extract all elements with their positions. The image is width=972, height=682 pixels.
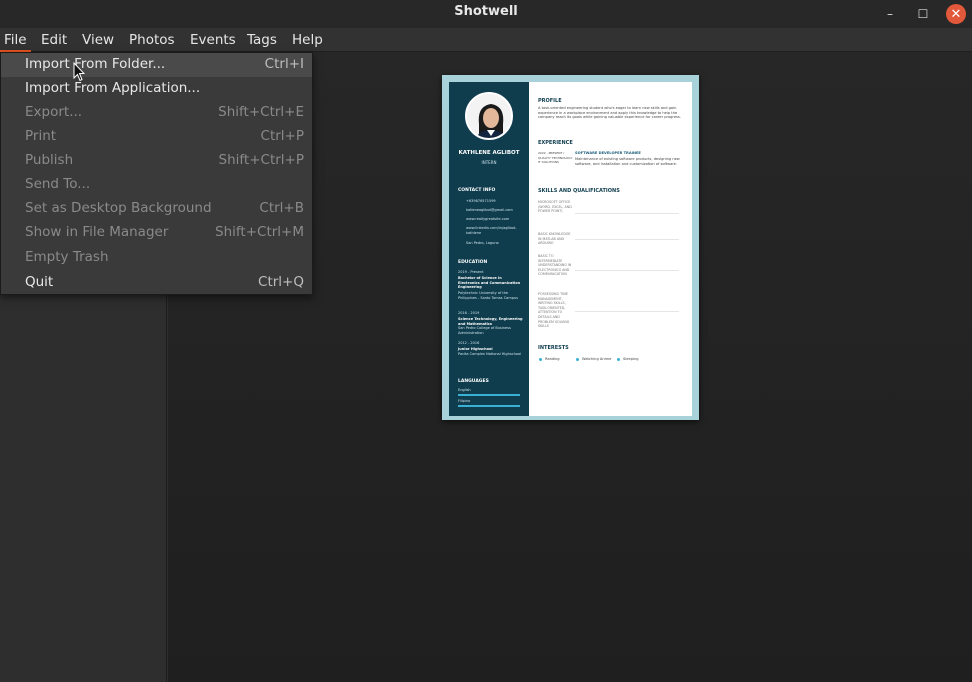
menu-send-to[interactable]: Send To...	[1, 173, 312, 197]
menu-empty-trash[interactable]: Empty Trash	[1, 246, 312, 270]
language-2: Filipino	[458, 399, 471, 403]
skill-1: MICROSOFT OFFICE (WORD, EXCEL, AND POWER…	[538, 200, 572, 214]
experience-heading: EXPERIENCE	[538, 140, 573, 146]
menu-events[interactable]: Events	[186, 28, 240, 52]
anime-icon	[576, 358, 579, 361]
menu-publish[interactable]: Publish Shift+Ctrl+P	[1, 149, 312, 173]
minimize-icon[interactable]: –	[880, 4, 900, 24]
menu-photos[interactable]: Photos	[125, 28, 179, 52]
skill-3: BASIC TO INTERMEDIATE UNDERSTANDING IN E…	[538, 254, 572, 277]
interests-heading: INTERESTS	[538, 345, 569, 351]
contact-linkedin: www.linkedin.com/in/aglibot-kathlene	[466, 226, 517, 235]
skill-bar-2	[575, 239, 679, 240]
resume-name: KATHLENE AGLIBOT	[458, 150, 520, 156]
menu-print[interactable]: Print Ctrl+P	[1, 125, 312, 149]
menu-edit[interactable]: Edit	[37, 28, 71, 52]
shotwell-window: Shotwell – ☐ ✕ File Edit View Photos Eve…	[0, 0, 972, 682]
edu-date-3: 2012 - 2016	[458, 341, 480, 345]
interest-1: Reading	[545, 357, 560, 361]
edu-date-1: 2019 - Present	[458, 270, 484, 274]
menu-set-desktop-background[interactable]: Set as Desktop Background Ctrl+B	[1, 197, 312, 221]
profile-text: A task-oriented engineering student who'…	[538, 106, 681, 120]
contact-email: katleneaglibot@gmail.com	[466, 208, 513, 212]
contact-phone: +639876571599	[466, 199, 496, 203]
skill-bar-1	[575, 213, 679, 214]
interest-2: Watching Anime	[582, 357, 612, 361]
contact-website: www.reallygreatsite.com	[466, 217, 510, 221]
menu-view[interactable]: View	[78, 28, 118, 52]
contact-address: San Pedro, Laguna	[466, 241, 499, 245]
maximize-icon[interactable]: ☐	[913, 4, 933, 24]
menu-file[interactable]: File	[0, 28, 31, 52]
sleeping-icon	[617, 358, 620, 361]
title-bar[interactable]: Shotwell – ☐ ✕	[0, 0, 972, 28]
menu-show-in-file-manager[interactable]: Show in File Manager Shift+Ctrl+M	[1, 221, 312, 245]
mouse-cursor-icon	[73, 62, 85, 82]
edu-date-2: 2016 - 2019	[458, 311, 480, 315]
skills-heading: SKILLS AND QUALIFICATIONS	[538, 188, 620, 194]
contact-heading: CONTACT INFO	[458, 188, 496, 193]
skill-bar-3	[575, 270, 679, 271]
edu-degree-3: Junior Highschool	[458, 347, 493, 351]
file-menu-dropdown: Import From Folder... Ctrl+I Import From…	[0, 52, 313, 295]
window-title: Shotwell	[454, 4, 518, 19]
skill-2: BASIC KNOWLEDGE IN MATLAB AND ARDUINO	[538, 232, 571, 246]
skill-bar-4	[575, 311, 679, 312]
photo-thumbnail[interactable]: KATHLENE AGLIBOT INTERN CONTACT INFO +63…	[442, 75, 699, 420]
skill-4: POSSESSING TIME MANAGEMENT, WRITING SKIL…	[538, 292, 570, 329]
language-bar-1	[458, 394, 520, 396]
menu-import-from-application[interactable]: Import From Application...	[1, 77, 312, 101]
menu-help[interactable]: Help	[288, 28, 327, 52]
education-heading: EDUCATION	[458, 260, 488, 265]
resume-page: KATHLENE AGLIBOT INTERN CONTACT INFO +63…	[449, 82, 692, 416]
menu-import-from-folder[interactable]: Import From Folder... Ctrl+I	[1, 53, 312, 77]
edu-school-3: Pacita Complex National Highschool	[458, 352, 522, 356]
menu-bar: File Edit View Photos Events Tags Help	[0, 28, 972, 52]
reading-icon	[539, 358, 542, 361]
edu-degree-2: Science Technology, Engineering and Math…	[458, 317, 523, 326]
language-1: English	[458, 388, 471, 392]
resume-sidebar: KATHLENE AGLIBOT INTERN CONTACT INFO +63…	[449, 82, 529, 416]
interest-3: Sleeping	[623, 357, 639, 361]
experience-title: SOFTWARE DEVELOPER TRAINEE	[575, 151, 641, 155]
language-bar-2	[458, 405, 520, 407]
menu-quit[interactable]: Quit Ctrl+Q	[1, 271, 312, 295]
resume-role: INTERN	[481, 160, 497, 165]
menu-tags[interactable]: Tags	[243, 28, 281, 52]
experience-text: Maintenance of existing software product…	[575, 157, 680, 166]
languages-heading: LANGUAGES	[458, 379, 489, 384]
edu-school-1: Polytechnic University of the Philippine…	[458, 291, 518, 300]
close-icon[interactable]: ✕	[946, 4, 966, 24]
experience-period: 2022 - PRESENT / QUALITY TECHNOLOGY IT S…	[538, 151, 573, 165]
edu-school-2: San Pedro College of Business Administra…	[458, 326, 511, 335]
edu-degree-1: Bachelor of Science in Electronics and C…	[458, 276, 521, 289]
profile-photo	[465, 92, 513, 140]
menu-export[interactable]: Export... Shift+Ctrl+E	[1, 101, 312, 125]
profile-heading: PROFILE	[538, 98, 562, 104]
